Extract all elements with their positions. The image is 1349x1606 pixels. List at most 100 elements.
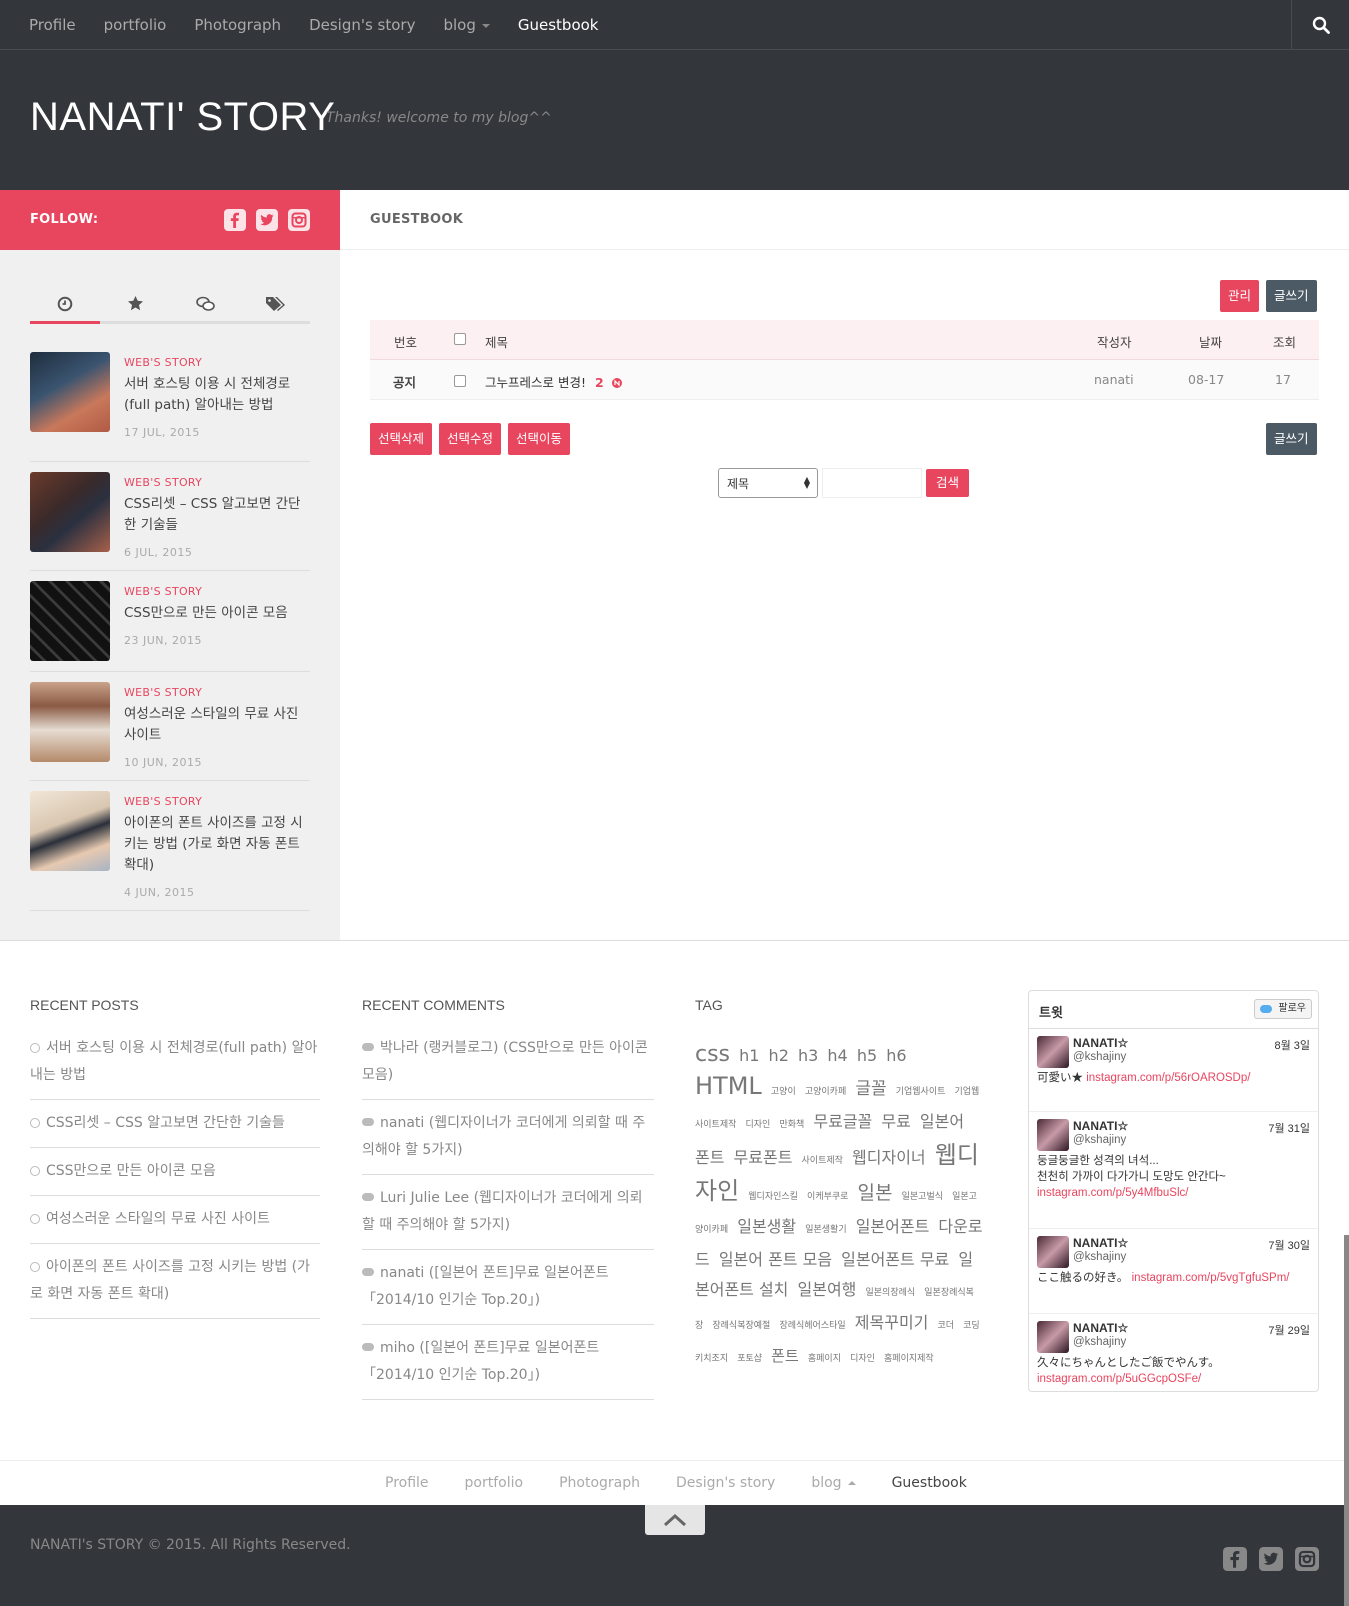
tweet-link[interactable]: instagram.com/p/5vgTgfuSPm/ [1132,1272,1290,1284]
nav-designs-story[interactable]: Design's story [295,0,429,50]
tab-recent[interactable] [30,286,100,324]
recent-comment-link[interactable]: miho ([일본어 폰트]무료 일본어폰트 「2014/10 인기순 Top.… [362,1335,654,1400]
tag-link[interactable]: 코딩 [963,1321,980,1331]
tag-link[interactable]: h1 [739,1046,759,1065]
tweet-handle[interactable]: @kshajiny [1073,1336,1126,1348]
instagram-icon[interactable] [288,209,310,231]
list-item[interactable]: WEB'S STORY CSS리셋 – CSS 알고보면 간단한 기술들 6 J… [30,462,310,571]
tweet-date[interactable]: 7월 30일 [1268,1237,1310,1253]
tweet-date[interactable]: 7월 31일 [1268,1120,1310,1136]
tag-link[interactable]: 무료글꼴 [813,1112,872,1131]
instagram-icon[interactable] [1295,1547,1319,1571]
footer-nav-blog[interactable]: blog [793,1461,873,1506]
nav-profile[interactable]: Profile [15,0,90,50]
row-checkbox[interactable] [454,375,466,387]
tab-tags[interactable] [240,286,310,321]
tag-link[interactable]: 장례식헤어스타일 [779,1321,845,1331]
tag-link[interactable]: 포토샵 [737,1354,762,1364]
tab-comments[interactable] [170,286,240,321]
tag-link[interactable]: 고양이 [771,1087,796,1097]
follow-button[interactable]: 팔로우 [1254,999,1312,1019]
tag-link[interactable]: h3 [798,1046,818,1065]
tweet-link[interactable]: instagram.com/p/5uGGcpOSFe/ [1037,1373,1201,1385]
write-button[interactable]: 글쓰기 [1266,280,1317,312]
tag-link[interactable]: 키치조지 [695,1354,728,1364]
tag-link[interactable]: css [695,1042,730,1067]
tag-link[interactable]: h6 [886,1046,906,1065]
post-title[interactable]: 아이폰의 폰트 사이즈를 고정 시키는 방법 (가로 화면 자동 폰트 확대) [124,813,310,876]
post-title[interactable]: CSS리셋 – CSS 알고보면 간단한 기술들 [124,494,310,536]
tag-link[interactable]: 이케부쿠로 [807,1192,848,1202]
tag-link[interactable]: 일본여행 [798,1280,857,1299]
twitter-icon[interactable] [256,209,278,231]
recent-comment-link[interactable]: 박나라 (랭커블로그) (CSS만으로 만든 아이콘 모음) [362,1035,654,1100]
tag-link[interactable]: 코더 [937,1321,954,1331]
tag-link[interactable]: 일본어폰트 [856,1217,930,1236]
tag-link[interactable]: 일본어폰트 무료 [841,1250,949,1269]
tweet-handle[interactable]: @kshajiny [1073,1051,1126,1063]
tag-link[interactable]: 일본의장례식 [865,1288,915,1298]
tag-link[interactable]: 무료 [881,1112,910,1131]
recent-post-link[interactable]: 아이폰의 폰트 사이즈를 고정 시키는 방법 (가로 화면 자동 폰트 확대) [30,1254,320,1319]
write-button-bottom[interactable]: 글쓰기 [1266,423,1317,455]
tag-link[interactable]: 기업웹사이트 [896,1087,946,1097]
search-submit-button[interactable]: 검색 [926,469,970,497]
scrollbar[interactable] [1344,1235,1349,1606]
post-category[interactable]: WEB'S STORY [124,686,202,699]
post-category[interactable]: WEB'S STORY [124,476,202,489]
post-title[interactable]: 여성스러운 스타일의 무료 사진 사이트 [124,704,310,746]
post-thumbnail[interactable] [30,581,110,661]
recent-post-link[interactable]: CSS리셋 – CSS 알고보면 간단한 기술들 [30,1110,320,1148]
admin-button[interactable]: 관리 [1220,280,1260,312]
tweet-link[interactable]: instagram.com/p/56rOAROSDp/ [1086,1072,1250,1084]
tag-link[interactable]: 글꼴 [855,1079,886,1099]
post-thumbnail[interactable] [30,472,110,552]
search-input[interactable] [822,468,922,498]
footer-nav-photograph[interactable]: Photograph [541,1461,658,1506]
select-all-checkbox[interactable] [454,333,466,345]
tag-link[interactable]: 폰트 [695,1148,724,1167]
back-to-top-button[interactable] [645,1505,705,1535]
tweet-author[interactable]: NANATI☆ [1073,1321,1128,1335]
tag-link[interactable]: 폰트 [771,1347,799,1365]
tag-link[interactable]: 일본고벌식 [902,1192,943,1202]
footer-nav-designs-story[interactable]: Design's story [658,1461,793,1506]
tag-link[interactable]: 장례식복장예절 [712,1321,770,1331]
post-title[interactable]: CSS만으로 만든 아이콘 모음 [124,603,310,624]
tag-link[interactable]: 일본 [858,1182,893,1204]
edit-selected-button[interactable]: 선택수정 [439,423,502,455]
nav-blog[interactable]: blog [429,0,503,50]
recent-post-link[interactable]: CSS만으로 만든 아이콘 모음 [30,1158,320,1196]
recent-comment-link[interactable]: Luri Julie Lee (웹디자이너가 코더에게 의뢰할 때 주의해야 할… [362,1185,654,1250]
twitter-icon[interactable] [1259,1547,1283,1571]
avatar[interactable] [1037,1036,1069,1068]
post-thumbnail[interactable] [30,352,110,432]
tag-link[interactable]: 만화책 [779,1120,804,1130]
list-item[interactable]: WEB'S STORY 아이폰의 폰트 사이즈를 고정 시키는 방법 (가로 화… [30,781,310,911]
tag-link[interactable]: 무료폰트 [734,1148,793,1167]
tweet-author[interactable]: NANATI☆ [1073,1036,1128,1050]
tweet-date[interactable]: 7월 29일 [1268,1322,1310,1338]
tag-link[interactable]: 제목꾸미기 [855,1313,929,1332]
post-title[interactable]: 서버 호스팅 이용 시 전체경로(full path) 알아내는 방법 [124,374,310,416]
tag-link[interactable]: 웹디자이너 [852,1148,926,1167]
tweet-date[interactable]: 8월 3일 [1274,1037,1310,1053]
post-thumbnail[interactable] [30,682,110,762]
search-field-select[interactable]: 제목 ▲ ▼ [718,468,818,498]
tag-link[interactable]: 일본생활기 [805,1225,846,1235]
nav-guestbook[interactable]: Guestbook [504,0,613,50]
tag-link[interactable]: 사이트제작 [802,1156,843,1166]
tag-link[interactable]: 디자인 [850,1354,875,1364]
tag-link[interactable]: 디자인 [746,1120,771,1130]
tag-link[interactable]: 웹디자인스킬 [748,1192,798,1202]
footer-nav-profile[interactable]: Profile [367,1461,447,1506]
tag-link[interactable]: 고양이카페 [805,1087,846,1097]
tag-link[interactable]: 일본어 [920,1112,964,1131]
nav-portfolio[interactable]: portfolio [90,0,181,50]
delete-selected-button[interactable]: 선택삭제 [370,423,433,455]
list-item[interactable]: WEB'S STORY CSS만으로 만든 아이콘 모음 23 JUN, 201… [30,571,310,672]
move-selected-button[interactable]: 선택이동 [508,423,571,455]
tweet-link[interactable]: instagram.com/p/5y4MfbuSlc/ [1037,1187,1188,1199]
tag-link[interactable]: 홈페이지제작 [884,1354,934,1364]
tweet-author[interactable]: NANATI☆ [1073,1236,1128,1250]
